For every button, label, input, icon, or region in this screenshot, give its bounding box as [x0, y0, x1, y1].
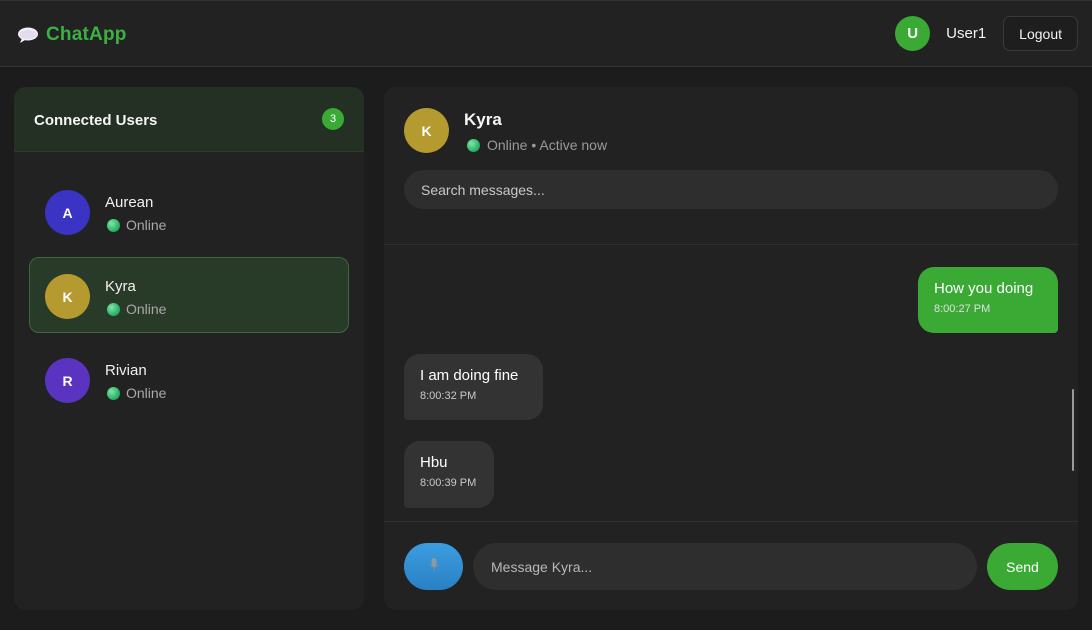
user-item-rivian[interactable]: R Rivian Online — [29, 341, 349, 417]
message-time: 8:00:32 PM — [420, 390, 477, 402]
online-status-dot-icon — [107, 302, 120, 316]
message-bubble-received: I am doing fine 8:00:32 PM — [404, 354, 543, 420]
message-composer: Send — [384, 521, 1078, 610]
current-user-avatar: U — [895, 16, 931, 51]
user-status-text: Online — [126, 217, 167, 233]
user-name: Kyra — [105, 278, 136, 295]
current-username: User1 — [946, 25, 987, 42]
message-input[interactable] — [473, 543, 977, 590]
message-text: Hbu — [420, 454, 448, 471]
user-count-badge: 3 — [322, 108, 344, 130]
send-button[interactable]: Send — [987, 543, 1058, 590]
message-text: I am doing fine — [420, 367, 519, 384]
avatar: R — [45, 358, 90, 403]
current-user-area: U User1 Logout — [895, 16, 1078, 51]
contact-name: Kyra — [464, 110, 502, 129]
message-bubble-received: Hbu 8:00:39 PM — [404, 441, 494, 508]
online-status-dot-icon — [107, 386, 120, 400]
search-messages-input[interactable] — [404, 170, 1058, 209]
contact-status: Online • Active now — [467, 137, 607, 153]
user-status: Online — [107, 385, 166, 401]
online-status-dot-icon — [467, 138, 480, 152]
user-status: Online — [107, 301, 166, 317]
top-bar: ChatApp U User1 Logout — [0, 0, 1092, 67]
message-time: 8:00:39 PM — [420, 477, 477, 489]
user-item-kyra[interactable]: K Kyra Online — [29, 257, 349, 333]
app-name: ChatApp — [46, 24, 127, 45]
user-status: Online — [107, 217, 166, 233]
microphone-icon — [428, 557, 440, 576]
chat-panel: K Kyra Online • Active now How you doing… — [384, 87, 1078, 610]
user-name: Aurean — [105, 194, 154, 211]
user-name: Rivian — [105, 362, 147, 379]
contact-status-text: Online • Active now — [487, 137, 608, 153]
app-logo[interactable]: ChatApp — [17, 24, 127, 46]
message-bubble-sent: How you doing 8:00:27 PM — [918, 267, 1058, 333]
message-text: How you doing — [934, 280, 1034, 297]
voice-record-button[interactable] — [404, 543, 463, 590]
avatar: A — [45, 190, 90, 235]
message-time: 8:00:27 PM — [934, 303, 991, 315]
contact-avatar: K — [404, 108, 449, 153]
user-status-text: Online — [126, 301, 167, 317]
user-item-aurean[interactable]: A Aurean Online — [29, 173, 349, 249]
message-list-scrollbar[interactable] — [1072, 389, 1074, 471]
user-status-text: Online — [126, 385, 167, 401]
message-list[interactable]: How you doing 8:00:27 PM I am doing fine… — [384, 246, 1078, 521]
sidebar-header: Connected Users 3 — [14, 87, 364, 152]
chat-header: K Kyra Online • Active now — [384, 87, 1078, 245]
speech-bubble-icon — [17, 26, 39, 44]
avatar: K — [45, 274, 90, 319]
users-sidebar: Connected Users 3 A Aurean Online K Kyra… — [14, 87, 364, 610]
online-status-dot-icon — [107, 218, 120, 232]
logout-button[interactable]: Logout — [1003, 16, 1078, 51]
sidebar-title: Connected Users — [34, 112, 158, 129]
